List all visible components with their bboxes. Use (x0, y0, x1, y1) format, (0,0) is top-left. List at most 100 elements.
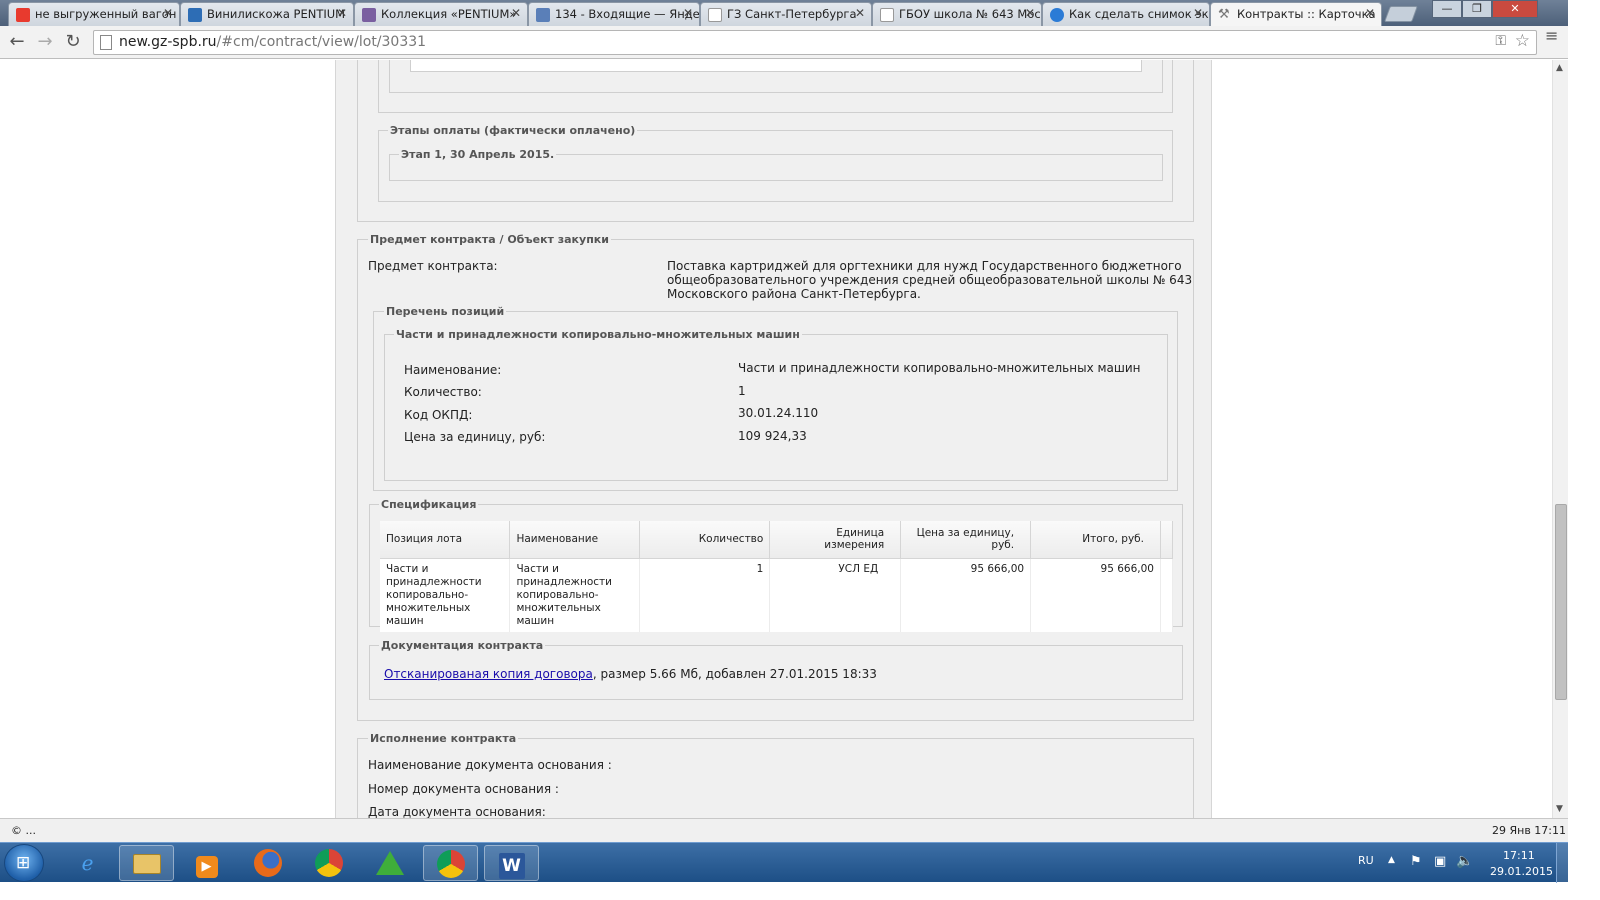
table-cell: Части и принадлежности копировально-множ… (380, 558, 511, 632)
forward-button[interactable]: → (34, 31, 56, 53)
position-quantity-value: 1 (738, 384, 746, 398)
minimize-button[interactable]: — (1432, 0, 1462, 18)
close-icon[interactable]: ✕ (855, 6, 865, 20)
column-header[interactable]: Количество (639, 521, 771, 559)
page-viewport: Этапы оплаты (фактически оплачено) Этап … (0, 60, 1552, 818)
tab-label: 134 - Входящие — Яндекс (555, 7, 700, 21)
url-text[interactable]: new.gz-spb.ru/#cm/contract/view/lot/3033… (119, 34, 426, 50)
tray-expand-icon[interactable]: ▲ (1388, 855, 1395, 865)
execution-doc-number-label: Номер документа основания : (368, 782, 559, 796)
media-player-icon[interactable]: ▶ (179, 845, 234, 881)
tab-label: Контракты :: Карточка (1237, 7, 1376, 21)
column-header[interactable]: Цена за единицу, руб. (900, 521, 1032, 559)
clock-time[interactable]: 17:11 (1503, 849, 1535, 862)
status-bar: © ... 29 Янв 17:11 (0, 818, 1568, 842)
menu-icon[interactable]: ≡ (1545, 28, 1559, 44)
tools-icon: ⚒ (1218, 7, 1230, 22)
tab-6[interactable]: Как сделать снимок экрана ✕ (1042, 2, 1210, 26)
scroll-down-icon[interactable]: ▼ (1556, 804, 1563, 814)
mail-icon (536, 8, 550, 22)
yandex-favicon-icon (16, 8, 30, 22)
start-button[interactable]: ⊞ (4, 844, 44, 882)
help-icon (1050, 8, 1064, 22)
column-header[interactable]: Итого, руб. (1030, 521, 1161, 559)
site-favicon-icon (188, 8, 202, 22)
specification-table: Позиция лота Наименование Количество Еди… (380, 521, 1174, 632)
scanned-contract-link[interactable]: Отсканированая копия договора (384, 667, 593, 681)
show-desktop-button[interactable] (1556, 843, 1568, 883)
volume-icon[interactable]: 🔈 (1456, 853, 1473, 869)
close-icon[interactable]: ✕ (1025, 6, 1035, 20)
table-cell: УСЛ ЕД (769, 558, 902, 632)
tab-1[interactable]: Винилискожа PENTIUM ✕ (180, 2, 354, 26)
column-header[interactable]: Наименование (509, 521, 641, 559)
key-icon[interactable]: ⚿ (1495, 33, 1506, 49)
reload-button[interactable]: ↻ (62, 31, 84, 53)
maximize-button[interactable]: ❐ (1462, 0, 1492, 18)
close-icon[interactable]: ✕ (683, 6, 693, 20)
close-icon[interactable]: ✕ (163, 6, 173, 20)
subject-legend: Предмет контракта / Объект закупки (368, 233, 611, 246)
new-tab-button[interactable] (1384, 6, 1418, 22)
tab-label: ГБОУ школа № 643 Московского (899, 7, 1041, 21)
execution-doc-date-label: Дата документа основания: (368, 805, 546, 818)
position-price-value: 109 924,33 (738, 429, 807, 443)
column-header[interactable]: Единица измерения (769, 521, 902, 559)
bookmark-star-icon[interactable]: ☆ (1515, 31, 1530, 51)
chrome-icon[interactable] (301, 845, 356, 881)
status-datetime: 29 Янв 17:11 (1492, 824, 1567, 837)
scrollbar-thumb[interactable] (1555, 504, 1567, 700)
tab-4[interactable]: ГЗ Санкт-Петербурга ✕ (700, 2, 872, 26)
table-row[interactable]: Части и принадлежности копировально-множ… (380, 558, 1174, 632)
tab-0[interactable]: не выгруженный вагон ✕ (8, 2, 180, 26)
close-icon[interactable]: ✕ (1365, 6, 1375, 20)
window-close-button[interactable]: ✕ (1492, 0, 1538, 18)
tab-label: Как сделать снимок экрана (1069, 7, 1209, 21)
table-cell: Части и принадлежности копировально-множ… (509, 558, 641, 632)
specification-legend: Спецификация (379, 498, 479, 511)
chrome-active-icon[interactable] (423, 845, 478, 881)
action-center-flag-icon[interactable]: ⚑ (1410, 854, 1422, 869)
status-left-text: © ... (11, 824, 36, 837)
firefox-icon[interactable] (240, 845, 295, 881)
subject-label: Предмет контракта: (368, 259, 498, 273)
network-icon[interactable]: ▣ (1434, 854, 1446, 869)
tab-7-active[interactable]: ⚒ Контракты :: Карточка ✕ (1210, 2, 1382, 26)
tab-label: ГЗ Санкт-Петербурга (727, 7, 857, 21)
url-path: /#cm/contract/view/lot/30331 (216, 34, 427, 50)
clock-date[interactable]: 29.01.2015 (1490, 865, 1553, 878)
subject-value-line: Московского района Санкт-Петербурга. (667, 287, 921, 301)
tab-2[interactable]: Коллекция «PENTIUM» ✕ (354, 2, 528, 26)
subject-value-line: общеобразовательного учреждения средней … (667, 273, 1193, 287)
execution-doc-name-label: Наименование документа основания : (368, 758, 612, 772)
site-favicon-icon (362, 8, 376, 22)
app-icon[interactable] (362, 845, 417, 881)
language-indicator[interactable]: RU (1358, 854, 1374, 867)
back-button[interactable]: ← (6, 31, 28, 53)
column-header[interactable]: Позиция лота (380, 521, 511, 559)
tab-5[interactable]: ГБОУ школа № 643 Московского ✕ (872, 2, 1042, 26)
vertical-scrollbar[interactable]: ▲ ▼ (1552, 60, 1568, 818)
tab-3[interactable]: 134 - Входящие — Яндекс ✕ (528, 2, 700, 26)
close-icon[interactable]: ✕ (1193, 6, 1203, 20)
position-okpd-value: 30.01.24.110 (738, 406, 819, 420)
internet-explorer-icon[interactable]: ℯ (60, 845, 115, 881)
column-header-spacer (1160, 521, 1174, 559)
tab-label: Коллекция «PENTIUM» (381, 7, 517, 21)
tab-strip: не выгруженный вагон ✕ Винилискожа PENTI… (0, 0, 1568, 26)
word-icon[interactable]: W (484, 845, 539, 881)
documentation-legend: Документация контракта (379, 639, 546, 652)
address-bar[interactable]: new.gz-spb.ru/#cm/contract/view/lot/3033… (93, 30, 1537, 55)
url-host: new.gz-spb.ru (119, 34, 217, 50)
documentation-info: , размер 5.66 Мб, добавлен 27.01.2015 18… (592, 667, 877, 681)
scroll-up-icon[interactable]: ▲ (1556, 63, 1563, 73)
file-explorer-icon[interactable] (119, 845, 174, 881)
positions-legend: Перечень позиций (384, 305, 507, 318)
previous-inner-box (410, 60, 1142, 72)
tab-label: Винилискожа PENTIUM (207, 7, 346, 21)
close-icon[interactable]: ✕ (337, 6, 347, 20)
close-icon[interactable]: ✕ (511, 6, 521, 20)
page-icon (708, 8, 722, 22)
position-name-value: Части и принадлежности копировально-множ… (738, 361, 1141, 375)
page-icon (100, 35, 112, 50)
